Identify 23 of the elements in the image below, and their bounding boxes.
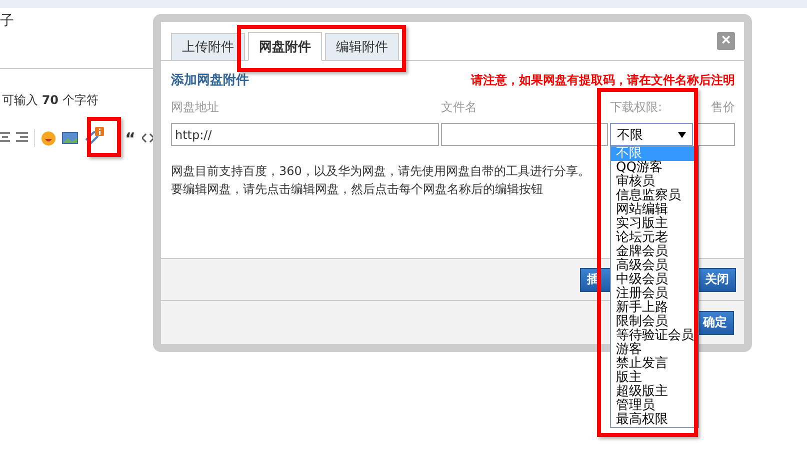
character-counter: 可输入 70 个字符 (2, 92, 98, 109)
emoji-icon[interactable] (41, 130, 56, 146)
dialog-tab[interactable]: 编辑附件 (325, 33, 399, 61)
quote-icon[interactable]: “ (125, 128, 136, 148)
dialog-tab[interactable]: 上传附件 (171, 33, 245, 61)
caret-icon (678, 132, 686, 138)
column-label: 文件名 (441, 99, 478, 115)
column-label: 网盘地址 (171, 99, 220, 115)
page-title: 子 (0, 12, 14, 30)
filename-input[interactable] (441, 123, 608, 146)
section-heading: 添加网盘附件 (171, 72, 249, 89)
code-icon[interactable] (142, 132, 154, 144)
column-label: 下载权限: (610, 99, 664, 115)
description-text: 网盘目前支持百度，360，以及华为网盘，请先使用网盘自带的工具进行分享。 要编辑网盘，请先点击编辑网盘，然后点击每个网盘名称后的编辑按钮 (171, 163, 591, 198)
highlight-frame (87, 117, 121, 157)
align-center-icon[interactable] (0, 132, 10, 144)
url-input[interactable]: http:// (171, 123, 439, 146)
dialog-tab[interactable]: 网盘附件 (248, 32, 322, 61)
column-label: 售价 (711, 99, 735, 115)
notice-text: 请注意，如果网盘有提取码，请在文件名称后注明 (471, 72, 735, 88)
price-input[interactable] (695, 123, 735, 146)
align-right-icon[interactable] (16, 132, 28, 144)
permission-select[interactable]: 不限 (610, 123, 693, 146)
